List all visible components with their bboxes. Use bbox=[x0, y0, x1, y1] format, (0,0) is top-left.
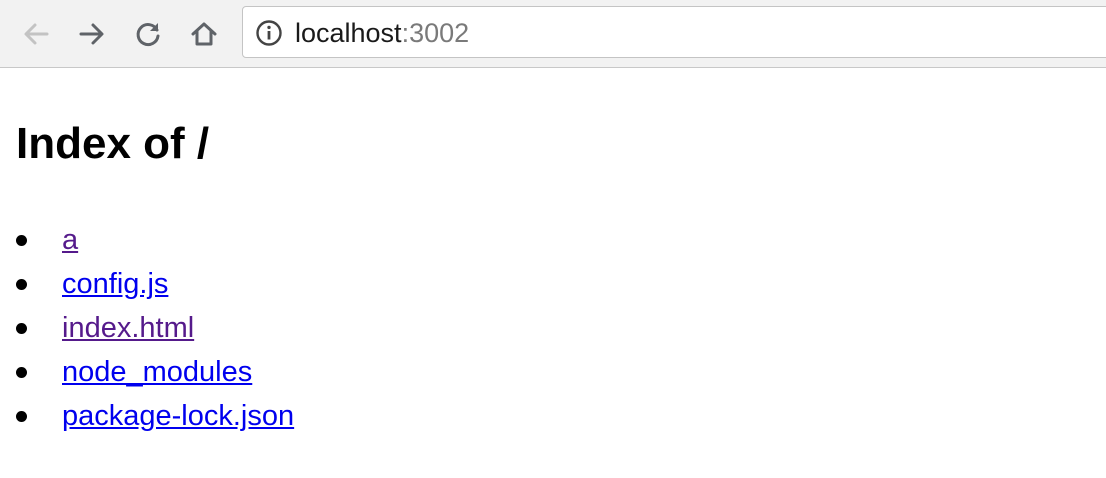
list-item: config.js bbox=[16, 262, 294, 306]
back-button[interactable] bbox=[16, 14, 56, 54]
home-icon bbox=[191, 22, 217, 46]
browser-toolbar: localhost:3002 bbox=[0, 0, 1106, 68]
bullet-icon bbox=[16, 235, 27, 246]
bullet-icon bbox=[16, 279, 27, 290]
reload-button[interactable] bbox=[128, 14, 168, 54]
home-button[interactable] bbox=[184, 14, 224, 54]
file-link[interactable]: package-lock.json bbox=[62, 400, 294, 432]
arrow-right-icon bbox=[79, 23, 104, 45]
reload-icon bbox=[136, 23, 160, 46]
file-link[interactable]: node_modules bbox=[62, 356, 252, 388]
bullet-icon bbox=[16, 411, 27, 422]
url-host: localhost bbox=[295, 18, 402, 48]
list-item: package-lock.json bbox=[16, 394, 294, 438]
file-link[interactable]: index.html bbox=[62, 312, 194, 344]
list-item: index.html bbox=[16, 306, 294, 350]
directory-listing: a config.js index.html node_modules package-… bbox=[16, 218, 294, 438]
info-circle-icon[interactable] bbox=[255, 19, 283, 47]
bullet-icon bbox=[16, 323, 27, 334]
url-port: :3002 bbox=[401, 18, 470, 48]
arrow-left-icon bbox=[24, 23, 49, 45]
forward-button[interactable] bbox=[72, 14, 112, 54]
list-item: a bbox=[16, 218, 294, 262]
address-bar[interactable]: localhost:3002 bbox=[242, 6, 1106, 58]
file-link[interactable]: a bbox=[62, 224, 78, 256]
page-title: Index of / bbox=[16, 119, 210, 168]
url-text[interactable]: localhost:3002 bbox=[295, 16, 469, 50]
file-link[interactable]: config.js bbox=[62, 268, 168, 300]
bullet-icon bbox=[16, 367, 27, 378]
list-item: node_modules bbox=[16, 350, 294, 394]
